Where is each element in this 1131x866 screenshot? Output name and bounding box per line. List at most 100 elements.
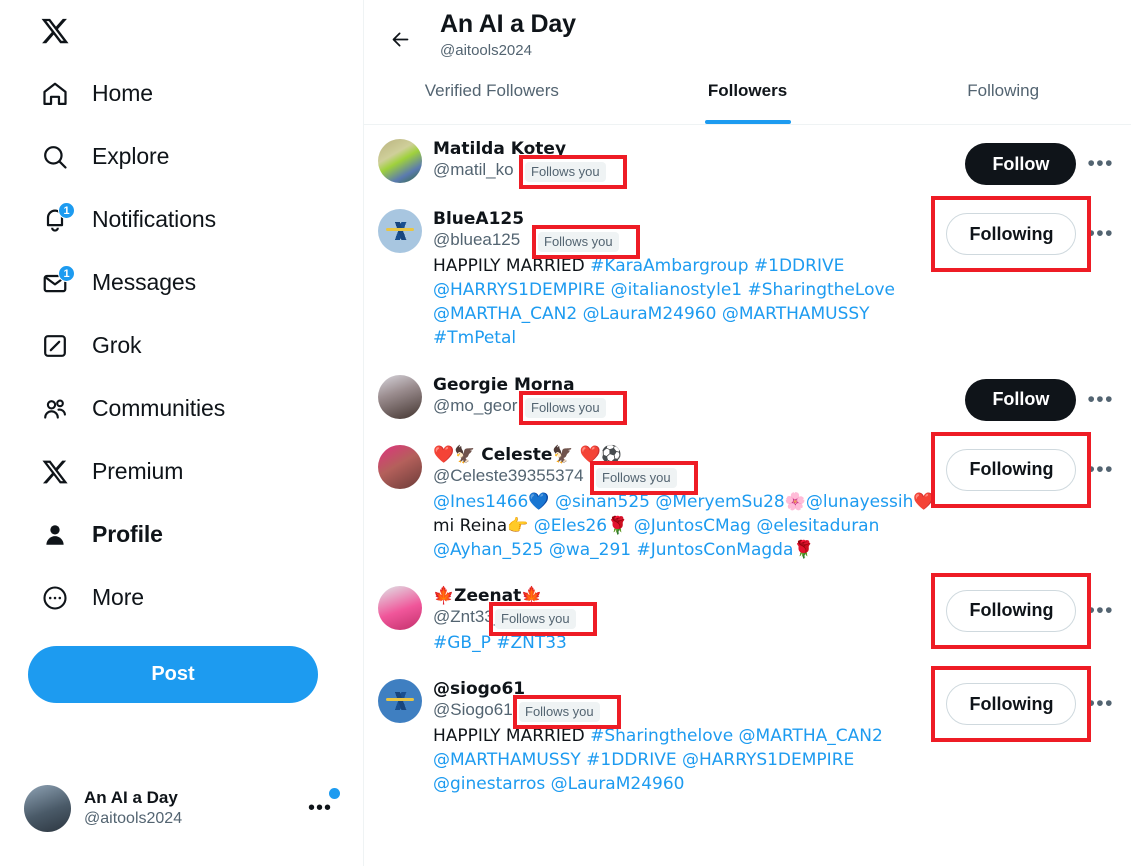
action-button-wrap: Follow xyxy=(965,143,1077,185)
back-button[interactable] xyxy=(382,21,418,57)
follower-handle: @mo_geor xyxy=(433,395,518,415)
row-more-icon[interactable]: ••• xyxy=(1084,143,1117,185)
follow-button[interactable]: Follow xyxy=(965,378,1077,421)
bio-text: 🌸 xyxy=(784,491,806,512)
follower-handle-row: @mo_geor Follows you xyxy=(433,390,954,425)
tab-label: Following xyxy=(967,81,1040,100)
follows-you-badge: Follows you xyxy=(525,397,606,418)
sidebar-item-notifications[interactable]: 1 Notifications xyxy=(0,188,363,251)
sidebar-item-messages[interactable]: 1 Messages xyxy=(0,251,363,314)
follows-you-badge: Follows you xyxy=(596,467,677,488)
x-followers-page: Home Explore 1 Notifications 1 Messages … xyxy=(0,0,1131,866)
bio-link[interactable]: @sinan525 @MeryemSu28 xyxy=(555,492,785,512)
follower-row[interactable]: 🍁Zeenat🍁 @Znt33_ Follows you #GB_P #ZNT33 Fo… xyxy=(364,572,1131,665)
follower-row[interactable]: Matilda Kotey @matil_ko Follows you Follow •… xyxy=(364,125,1131,195)
more-circle-icon xyxy=(40,583,70,613)
tab-label: Verified Followers xyxy=(424,81,559,100)
follower-row[interactable]: @siogo61 @Siogo61 Follows you HAPPILY MARRI… xyxy=(364,665,1131,806)
bio-link[interactable]: #GB_P #ZNT33 xyxy=(433,633,567,653)
arrow-left-icon xyxy=(392,32,408,46)
x-premium-icon xyxy=(40,457,70,487)
sidebar-item-premium[interactable]: Premium xyxy=(0,440,363,503)
follower-display-name: 🍁Zeenat🍁 xyxy=(433,585,543,606)
follower-handle-row: @bluea125 Follows you xyxy=(433,225,935,259)
follower-info: 🍁Zeenat🍁 @Znt33_ Follows you #GB_P #ZNT33 xyxy=(433,586,935,655)
follower-handle: @bluea125 xyxy=(433,230,521,249)
follower-actions: Following ••• xyxy=(931,666,1117,796)
action-button-wrap: Following xyxy=(931,196,1092,272)
sidebar-item-more[interactable]: More xyxy=(0,566,363,629)
follower-handle-row: @Siogo61 Follows you xyxy=(433,695,935,729)
avatar-image xyxy=(384,222,416,240)
follow-button[interactable]: Follow xyxy=(965,143,1077,185)
following-button[interactable]: Following xyxy=(946,589,1077,632)
follower-handle-row: @matil_ko Follows you xyxy=(433,155,954,189)
follows-you-badge: Follows you xyxy=(495,608,576,630)
tab-bar: Verified Followers Followers Following xyxy=(364,73,1131,125)
following-button[interactable]: Following xyxy=(946,683,1077,725)
follower-display-name: @siogo61 xyxy=(433,679,526,699)
row-more-icon[interactable]: ••• xyxy=(1084,449,1117,491)
following-button[interactable]: Following xyxy=(946,448,1077,491)
follower-info: Georgie Morna @mo_geor Follows you xyxy=(433,375,954,425)
grok-icon xyxy=(40,331,70,361)
avatar[interactable] xyxy=(378,444,422,489)
follower-handle: @Celeste39355374 xyxy=(433,465,584,485)
follower-row[interactable]: ❤️🦅 Celeste🦅 ❤️⚽ @Celeste39355374 Follows … xyxy=(364,431,1131,572)
avatar[interactable] xyxy=(378,139,422,183)
row-more-icon[interactable]: ••• xyxy=(1084,683,1117,725)
page-handle: @aitools2024 xyxy=(440,41,532,59)
sidebar-item-profile[interactable]: Profile xyxy=(0,503,363,566)
follower-display-name: Georgie Morna xyxy=(433,374,575,395)
page-header: An AI a Day @aitools2024 xyxy=(364,0,1131,73)
follower-info: @siogo61 @Siogo61 Follows you HAPPILY MARRI… xyxy=(433,679,935,796)
tab-following[interactable]: Following xyxy=(875,73,1131,124)
account-more-icon[interactable]: ••• xyxy=(307,787,344,820)
sidebar-nav: Home Explore 1 Notifications 1 Messages … xyxy=(0,62,363,629)
follower-name-row: ❤️🦅 Celeste🦅 ❤️⚽ xyxy=(433,445,935,465)
bio-link[interactable]: @lunayessih xyxy=(806,492,913,512)
follower-handle: @matil_ko xyxy=(433,160,514,179)
row-more-icon[interactable]: ••• xyxy=(1084,213,1117,255)
bio-link[interactable]: @Ines1466 xyxy=(433,492,528,512)
sidebar-label: More xyxy=(92,584,145,610)
follower-handle: @Znt33_ xyxy=(433,606,504,626)
account-switcher[interactable]: An AI a Day @aitools2024 ••• xyxy=(24,777,344,839)
sidebar-item-communities[interactable]: Communities xyxy=(0,377,363,440)
messages-badge: 1 xyxy=(58,264,75,282)
follower-bio: HAPPILY MARRIED #Sharingthelove @MARTHA_… xyxy=(433,724,935,796)
avatar[interactable] xyxy=(378,679,422,723)
row-more-icon[interactable]: ••• xyxy=(1084,379,1117,421)
followers-list: Matilda Kotey @matil_ko Follows you Follow •… xyxy=(364,125,1131,806)
follower-handle-row: @Celeste39355374 Follows you xyxy=(433,460,935,495)
avatar[interactable] xyxy=(378,585,422,630)
sidebar-item-grok[interactable]: Grok xyxy=(0,314,363,377)
bio-link[interactable]: @Eles26 xyxy=(534,516,607,536)
tab-followers[interactable]: Followers xyxy=(620,73,876,124)
account-status-dot xyxy=(329,787,340,799)
sidebar-label: Communities xyxy=(92,395,226,421)
follower-bio: @Ines1466💙 @sinan525 @MeryemSu28🌸@lunaye… xyxy=(433,490,935,562)
sidebar-item-home[interactable]: Home xyxy=(0,62,363,125)
sidebar-label: Grok xyxy=(92,332,142,358)
follower-actions: Following ••• xyxy=(931,196,1117,351)
tab-verified-followers[interactable]: Verified Followers xyxy=(364,73,620,124)
bio-text: 🌹 xyxy=(793,539,815,560)
avatar[interactable] xyxy=(378,209,422,253)
sidebar-item-explore[interactable]: Explore xyxy=(0,125,363,188)
follower-row[interactable]: BlueA125 @bluea125 Follows you HAPPILY MARR… xyxy=(364,195,1131,361)
row-more-icon[interactable]: ••• xyxy=(1084,590,1117,632)
follower-actions: Following ••• xyxy=(931,431,1117,562)
follows-you-badge: Follows you xyxy=(519,702,600,723)
following-button[interactable]: Following xyxy=(946,213,1077,255)
avatar[interactable] xyxy=(378,374,422,419)
follower-bio: #GB_P #ZNT33 xyxy=(433,631,935,655)
follower-row[interactable]: Georgie Morna @mo_geor Follows you Follow ••… xyxy=(364,361,1131,431)
account-meta: An AI a Day @aitools2024 xyxy=(84,787,182,828)
post-button[interactable]: Post xyxy=(28,646,318,703)
follower-info: BlueA125 @bluea125 Follows you HAPPILY MARR… xyxy=(433,209,935,351)
account-more-dots: ••• xyxy=(307,796,332,819)
tab-underline xyxy=(704,120,791,124)
x-logo[interactable] xyxy=(0,0,363,62)
follower-name-row: Georgie Morna xyxy=(433,375,954,395)
